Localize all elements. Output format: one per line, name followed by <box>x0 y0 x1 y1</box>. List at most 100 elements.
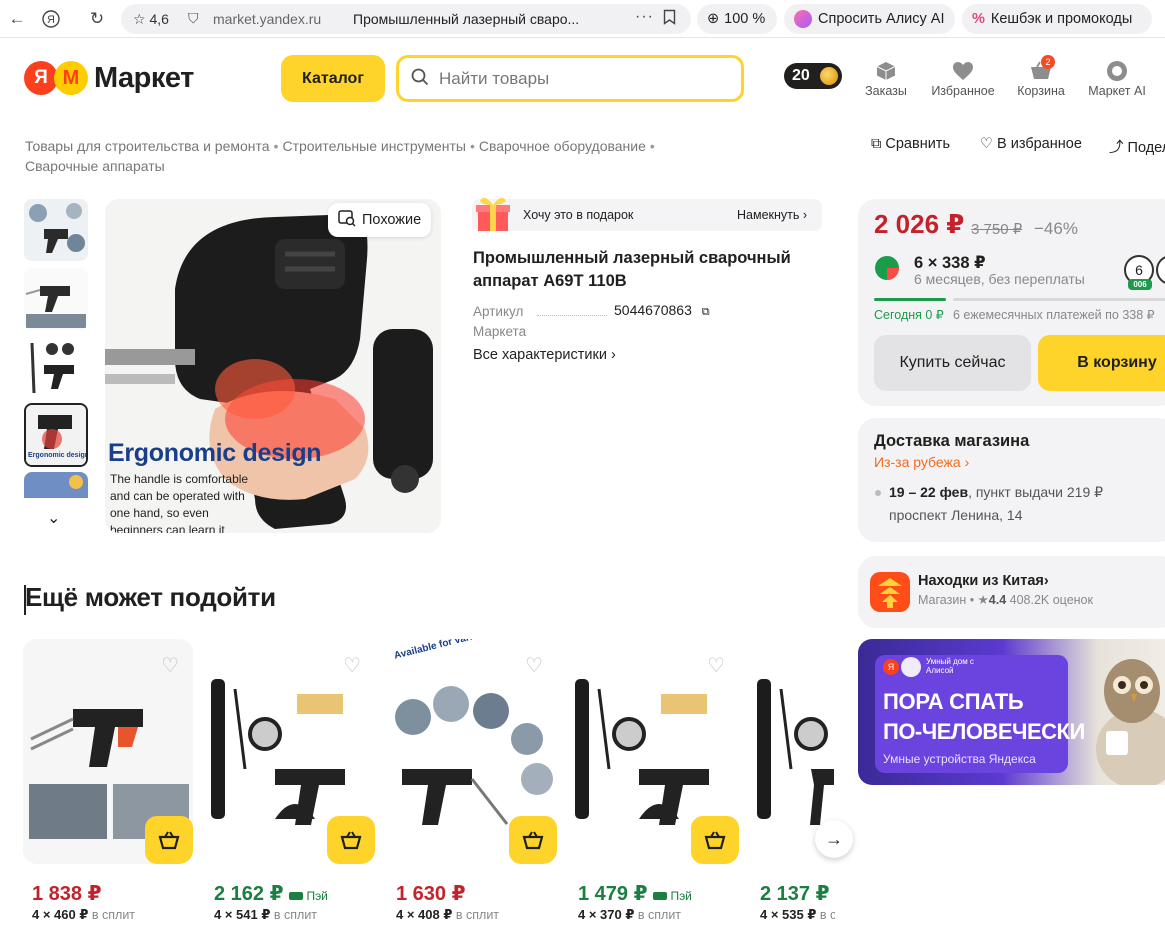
pay-badge: Пэй <box>289 889 328 903</box>
pay-label: Пэй <box>306 889 328 903</box>
chevron-right-icon: › <box>610 347 616 363</box>
card-price: 1 838 ₽ <box>32 883 102 905</box>
buy-now-button[interactable]: Купить сейчас <box>874 335 1031 391</box>
seller-name-link[interactable]: Находки из Китая› <box>918 573 1049 589</box>
breadcrumb-item[interactable]: Сварочное оборудование <box>479 138 646 154</box>
yandex-browser-icon[interactable]: Я <box>40 8 62 30</box>
article-number[interactable]: 5044670863 ⧉ <box>614 302 710 319</box>
split-badge[interactable]: 6 006 <box>1124 255 1154 290</box>
image-search-icon <box>338 209 356 231</box>
add-to-cart-icon-button[interactable] <box>691 816 739 864</box>
back-arrow-icon[interactable]: ← <box>6 8 28 30</box>
cashback-button[interactable]: % Кешбэк и промокоды <box>962 4 1152 34</box>
search-box[interactable] <box>396 55 744 102</box>
seller-rating: 4.4 <box>988 593 1007 607</box>
card-price: 1 630 ₽ <box>396 883 466 905</box>
add-to-cart-icon-button[interactable] <box>509 816 557 864</box>
compare-link[interactable]: ⧉ Сравнить <box>871 136 950 152</box>
share-icon: ⤴ <box>1109 140 1124 156</box>
section-title: Ещё может подойти <box>25 582 276 612</box>
breadcrumb-item[interactable]: Сварочные аппараты <box>25 158 165 174</box>
card-split-label: в с <box>819 908 835 922</box>
chevron-right-icon: › <box>802 208 808 222</box>
gallery-thumbnail[interactable] <box>24 337 88 399</box>
share-link[interactable]: ⤴ Подел <box>1109 136 1165 157</box>
cart-count-badge: 2 <box>1041 55 1055 69</box>
product-card[interactable]: Available for various metal materials ♡ <box>387 639 557 864</box>
split-watermelon-icon <box>874 255 900 281</box>
shield-icon[interactable]: ⛉ <box>188 10 199 27</box>
breadcrumb-item[interactable]: Строительные инструменты <box>282 138 465 154</box>
delivery-dates: 19 – 22 фев <box>889 484 969 500</box>
heart-icon <box>928 58 998 84</box>
product-card[interactable]: ♡ <box>205 639 375 864</box>
article-label-text: Артикул Маркета <box>473 304 527 339</box>
ad-headline-2: ПО-ЧЕЛОВЕЧЕСКИ <box>883 719 1085 744</box>
reload-icon[interactable]: ↻ <box>86 8 108 30</box>
cart-icon: 2 <box>1013 55 1069 84</box>
gift-bar[interactable]: Хочу это в подарок Намекнуть › <box>472 197 822 231</box>
main-product-image[interactable]: Ergonomic design The handle is comfortab… <box>105 199 441 533</box>
yandex-market-logo[interactable]: Я M Маркет <box>24 60 194 96</box>
all-specs-link[interactable]: Все характеристики › <box>473 347 616 363</box>
percent-icon: % <box>972 11 985 27</box>
chevron-right-icon: › <box>964 454 970 470</box>
pay-badge: Пэй <box>653 889 692 903</box>
seller-type: Магазин <box>918 593 967 607</box>
ask-alice-label: Спросить Алису AI <box>818 11 945 27</box>
ad-banner[interactable]: Я Умный дом с Алисой ПОРА СПАТЬ ПО-ЧЕЛОВ… <box>858 639 1165 785</box>
payment-progress-rest <box>953 298 1165 301</box>
card-split: 4 × 408 ₽ в сплит <box>396 907 499 923</box>
favorite-heart-icon[interactable]: ♡ <box>343 653 361 678</box>
nav-cart[interactable]: 2 Корзина <box>1013 55 1069 98</box>
gallery-thumbnail[interactable] <box>24 199 88 261</box>
delivery-title: Доставка магазина <box>874 432 1030 450</box>
ask-alice-button[interactable]: Спросить Алису AI <box>784 4 955 34</box>
favorite-heart-icon[interactable]: ♡ <box>707 653 725 678</box>
article-label: Артикул Маркета <box>473 302 543 342</box>
add-to-cart-button[interactable]: В корзину <box>1038 335 1165 391</box>
carousel-next-arrow-icon[interactable]: → <box>815 820 853 858</box>
nav-market-ai-label: Маркет AI <box>1088 84 1146 98</box>
delivery-origin-link[interactable]: Из-за рубежа › <box>874 454 969 470</box>
nav-favorites[interactable]: Избранное <box>928 58 998 98</box>
bookmark-icon[interactable] <box>663 9 676 29</box>
add-to-favorites-link[interactable]: ♡ В избранное <box>980 136 1082 152</box>
site-rating[interactable]: ☆ 4,6 <box>133 11 169 28</box>
gallery-thumbnail-active[interactable]: Ergonomic design <box>24 403 88 467</box>
search-input[interactable] <box>439 67 729 91</box>
similar-button[interactable]: Похожие <box>328 203 432 237</box>
favorite-heart-icon[interactable]: ♡ <box>525 653 543 678</box>
delivery-method: , пункт выдачи <box>968 484 1063 500</box>
nav-market-ai[interactable]: Маркет AI <box>1084 58 1150 98</box>
chevron-down-icon[interactable]: ⌄ <box>47 508 60 528</box>
product-card[interactable]: ♡ <box>569 639 739 864</box>
product-card[interactable]: ♡ <box>23 639 193 864</box>
gift-icon <box>472 193 514 236</box>
split-badge-next[interactable] <box>1156 255 1165 285</box>
nav-orders[interactable]: Заказы <box>861 58 911 98</box>
pagoda-logo-icon <box>870 572 910 612</box>
gallery-thumbnail[interactable] <box>24 268 88 330</box>
seller-card[interactable]: Находки из Китая› Магазин • ★4.4 408.2K … <box>858 556 1165 628</box>
favorite-heart-icon[interactable]: ♡ <box>161 653 179 678</box>
card-split-amount: 4 × 370 ₽ <box>578 907 635 922</box>
card-price-value: 2 137 <box>760 883 811 905</box>
svg-text:Я: Я <box>47 14 55 26</box>
add-to-cart-icon-button[interactable] <box>327 816 375 864</box>
address-bar[interactable]: ☆ 4,6 ⛉ market.yandex.ru Промышленный ла… <box>121 4 691 34</box>
more-dots-icon[interactable]: ··· <box>635 8 654 26</box>
zoom-pill[interactable]: ⊕ 100 % <box>697 4 777 34</box>
hint-link[interactable]: Намекнуть › <box>737 208 807 222</box>
plus-points-badge[interactable]: 20 <box>784 63 842 89</box>
copy-icon[interactable]: ⧉ <box>702 306 710 318</box>
installment-sub: 6 месяцев, без переплаты <box>914 271 1085 287</box>
delivery-cost: 219 ₽ <box>1066 484 1104 500</box>
card-price-value: 1 479 <box>578 883 629 905</box>
card-price: 1 479 ₽ Пэй <box>578 883 692 905</box>
add-to-cart-icon-button[interactable] <box>145 816 193 864</box>
product-title: Промышленный лазерный сварочный аппарат … <box>473 249 791 290</box>
breadcrumb-item[interactable]: Товары для строительства и ремонта <box>25 138 270 154</box>
catalog-button[interactable]: Каталог <box>281 55 385 102</box>
gallery-thumbnail[interactable] <box>24 472 88 498</box>
